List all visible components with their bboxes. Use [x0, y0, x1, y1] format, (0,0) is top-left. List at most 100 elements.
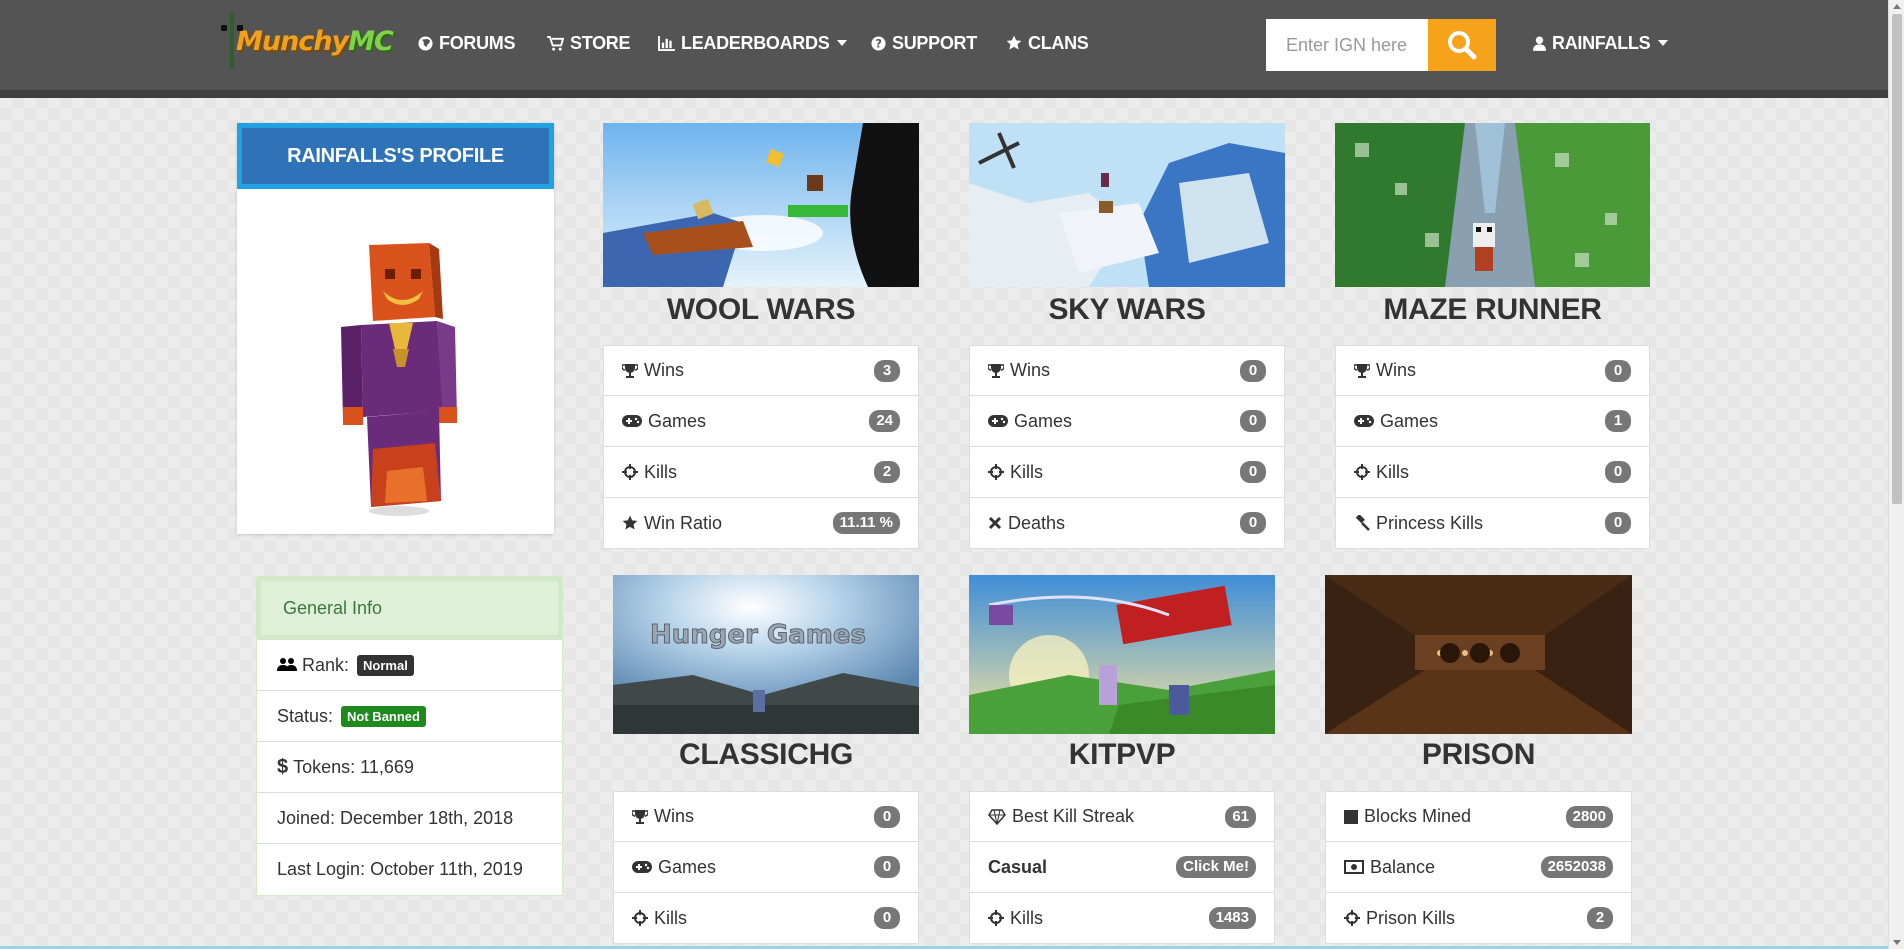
chevron-down-icon [1658, 40, 1669, 46]
stat-row-princess-kills: Princess Kills 0 [1335, 498, 1650, 549]
stat-label: Games [658, 856, 717, 877]
stat-value: 2 [1587, 907, 1613, 929]
munchymc-logo[interactable]: MunchyMC [221, 12, 394, 70]
users-icon [277, 658, 297, 671]
bar-chart-icon [658, 35, 675, 51]
stat-value: 3 [874, 359, 900, 382]
stat-label: Kills [654, 907, 688, 928]
last-login-text: Last Login: October 11th, 2019 [277, 858, 523, 879]
stat-row-win-ratio: Win Ratio 11.11 % [603, 498, 919, 549]
stat-row-games: Games 0 [969, 396, 1285, 447]
stat-label: Games [648, 410, 707, 431]
zombie-mascot-icon [221, 13, 243, 69]
stat-label: Princess Kills [1376, 512, 1484, 533]
rank-row: Rank: Normal [257, 639, 562, 690]
gamepad-icon [622, 415, 642, 427]
crosshairs-icon [622, 464, 638, 480]
stat-row-kills: Kills 1483 [969, 893, 1275, 944]
gamepad-icon [988, 415, 1008, 427]
stat-list: Wins 0 Games 1 Kills 0 Princess Kills 0 [1335, 345, 1650, 549]
stat-value: 0 [1605, 359, 1631, 382]
stat-row-kills: Kills 0 [1335, 447, 1650, 498]
top-navbar: MunchyMC FORUMS STORE LEADERBOARDS ? SUP… [0, 0, 1888, 98]
user-menu[interactable]: RAINFALLS [1533, 30, 1669, 56]
scroll-down-arrow-icon[interactable] [1893, 940, 1901, 945]
profile-card: RAINFALLS'S PROFILE [237, 123, 554, 534]
search-button[interactable] [1428, 19, 1496, 71]
stat-label: Best Kill Streak [1012, 806, 1135, 826]
stat-label: Deaths [1008, 512, 1066, 533]
rank-badge: Normal [357, 654, 414, 676]
stat-label: Games [1014, 410, 1073, 431]
stat-label: Kills [1010, 461, 1044, 482]
trophy-icon [632, 809, 648, 824]
trophy-icon [1354, 363, 1370, 378]
stat-value: 0 [1240, 461, 1266, 483]
stat-row-deaths: Deaths 0 [969, 498, 1285, 549]
classichg-image: Hunger Games [613, 575, 919, 734]
stat-list: Best Kill Streak 61 Casual Click Me! Kil… [969, 791, 1275, 944]
stat-value: 24 [869, 410, 900, 432]
stat-row-kills: Kills 0 [613, 893, 919, 944]
nav-leaderboards-label: LEADERBOARDS [681, 32, 830, 53]
diamond-icon [988, 808, 1006, 825]
game-title: CLASSICHG [679, 738, 853, 771]
question-circle-icon: ? [871, 35, 886, 50]
stat-label: Kills [1376, 461, 1410, 482]
nav-store-label: STORE [570, 32, 631, 53]
crosshairs-icon [632, 910, 648, 926]
stat-value: 1483 [1208, 907, 1256, 929]
crosshairs-icon [988, 910, 1004, 926]
nav-forums[interactable]: FORUMS [418, 30, 516, 56]
stat-value: 0 [1605, 512, 1631, 534]
general-info-heading: General Info [257, 577, 562, 639]
nav-clans[interactable]: CLANS [1006, 30, 1089, 56]
crosshairs-icon [1344, 910, 1360, 926]
stat-label: Wins [654, 806, 694, 826]
scroll-thumb[interactable] [1892, 14, 1902, 504]
game-title: MAZE RUNNER [1383, 293, 1602, 326]
scroll-up-arrow-icon[interactable] [1893, 4, 1901, 9]
stat-label: Kills [1010, 907, 1044, 928]
stat-row-kills: Kills 2 [603, 447, 919, 498]
stat-value: 1 [1605, 410, 1631, 432]
trophy-icon [988, 363, 1004, 378]
stat-list: Wins 0 Games 0 Kills 0 [613, 791, 919, 944]
stat-value: 61 [1225, 805, 1256, 828]
status-label: Status: [277, 705, 334, 726]
search-icon [1448, 31, 1477, 60]
stat-label: Wins [1376, 360, 1416, 380]
click-me-button[interactable]: Click Me! [1176, 856, 1256, 878]
page-scrollbar[interactable] [1888, 0, 1904, 949]
game-title: WOOL WARS [666, 293, 856, 326]
stat-value: 0 [874, 907, 900, 929]
nav-support[interactable]: ? SUPPORT [871, 30, 977, 56]
stat-label: Wins [1010, 360, 1050, 380]
tokens-row: $ Tokens: 11,669 [257, 741, 562, 792]
stat-label: Prison Kills [1366, 907, 1456, 928]
stat-value: 0 [1240, 359, 1266, 382]
stat-value: 2652038 [1540, 856, 1613, 878]
crosshairs-icon [988, 464, 1004, 480]
nav-store[interactable]: STORE [547, 30, 630, 56]
ign-search-input[interactable] [1266, 19, 1428, 71]
nav-clans-label: CLANS [1028, 32, 1089, 53]
status-badge: Not Banned [341, 705, 426, 727]
svg-text:?: ? [875, 37, 881, 50]
stat-row-best-kill-streak: Best Kill Streak 61 [969, 791, 1275, 842]
logo-text: MunchyMC [236, 25, 394, 57]
square-icon [1344, 809, 1358, 824]
last-login-row: Last Login: October 11th, 2019 [257, 843, 562, 894]
prison-image [1325, 575, 1632, 734]
star-icon [622, 515, 638, 530]
game-title: PRISON [1421, 738, 1536, 771]
nav-leaderboards[interactable]: LEADERBOARDS [658, 30, 848, 56]
stat-label: Wins [644, 360, 684, 380]
stat-row-balance: Balance 2652038 [1325, 842, 1632, 893]
trophy-icon [622, 363, 638, 378]
stat-row-blocks-mined: Blocks Mined 2800 [1325, 791, 1632, 842]
dollar-icon: $ [277, 755, 289, 778]
stat-row-kills: Kills 0 [969, 447, 1285, 498]
stat-row-wins: Wins 0 [969, 345, 1285, 396]
gamepad-icon [1354, 415, 1374, 427]
